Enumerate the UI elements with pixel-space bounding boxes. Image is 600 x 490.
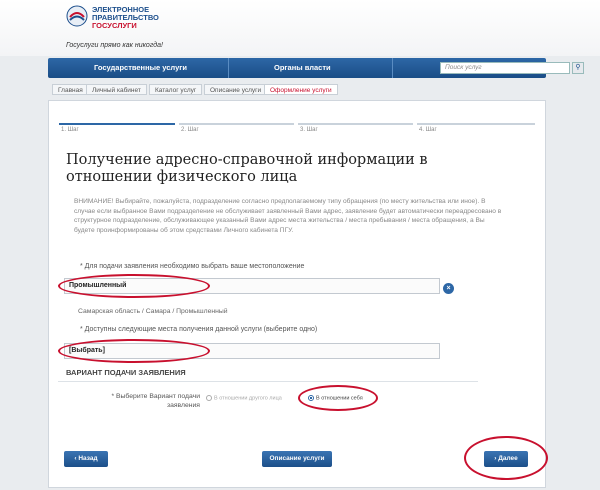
next-button[interactable]: › Далее [484, 451, 528, 467]
radio-self-label: В отношении себя [316, 395, 363, 402]
step-bar-3 [298, 123, 413, 125]
logo-line-3: ГОСУСЛУГИ [92, 21, 137, 30]
breadcrumb-description[interactable]: Описание услуги [204, 84, 268, 95]
main-nav: Государственные услуги Органы власти Пои… [48, 58, 584, 78]
radio-self[interactable]: В отношении себя [308, 395, 363, 401]
nav-separator [392, 58, 393, 78]
page-title: Получение адресно-справочной информации … [66, 152, 428, 185]
next-label: Далее [498, 455, 518, 462]
clear-icon[interactable]: × [443, 283, 454, 294]
step-label-3: 3. Шаг [300, 127, 318, 133]
site-header: ЭЛЕКТРОННОЕ ПРАВИТЕЛЬСТВО ГОСУСЛУГИ Госу… [0, 0, 600, 56]
step-bar-1 [59, 123, 175, 125]
search-button[interactable]: ⚲ [572, 62, 584, 74]
chevron-right-icon: › [494, 455, 497, 462]
breadcrumb-cabinet[interactable]: Личный кабинет [86, 84, 147, 95]
radio-other-label: В отношении другого лица [214, 395, 282, 402]
variant-label: * Выберите Вариант подачи заявления [111, 393, 200, 409]
logo-text: ЭЛЕКТРОННОЕ ПРАВИТЕЛЬСТВО ГОСУСЛУГИ [92, 6, 159, 30]
description-button[interactable]: Описание услуги [262, 451, 332, 467]
back-label: Назад [78, 455, 98, 462]
nav-item-authorities[interactable]: Органы власти [274, 63, 331, 72]
nav-item-state-services[interactable]: Государственные услуги [94, 63, 187, 72]
radio-circle-icon [206, 395, 212, 401]
step-label-1: 1. Шаг [61, 127, 79, 133]
section-title: ВАРИАНТ ПОДАЧИ ЗАЯВЛЕНИЯ [58, 368, 478, 382]
step-indicator: 1. Шаг 2. Шаг 3. Шаг 4. Шаг [59, 123, 537, 133]
location-path: Самарская область / Самара / Промышленны… [78, 308, 228, 315]
step-label-2: 2. Шаг [181, 127, 199, 133]
breadcrumb-current: Оформление услуги [264, 84, 338, 95]
places-label: * Доступны следующие места получения дан… [80, 326, 318, 333]
location-label: * Для подачи заявления необходимо выбрат… [80, 263, 305, 270]
radio-circle-icon [308, 395, 314, 401]
step-label-4: 4. Шаг [419, 127, 437, 133]
back-button[interactable]: ‹ Назад [64, 451, 108, 467]
gosuslugi-logo-icon[interactable] [66, 5, 88, 27]
location-field[interactable]: Промышленный [64, 278, 440, 294]
nav-separator [228, 58, 229, 78]
breadcrumb-catalog[interactable]: Каталог услуг [149, 84, 203, 95]
step-bar-4 [417, 123, 535, 125]
breadcrumb-home[interactable]: Главная [52, 84, 89, 95]
slogan: Госуслуги прямо как никогда! [66, 42, 163, 49]
radio-other-person[interactable]: В отношении другого лица [206, 395, 282, 401]
warning-text: ВНИМАНИЕ! Выбирайте, пожалуйста, подразд… [74, 198, 502, 234]
step-bar-2 [179, 123, 294, 125]
breadcrumb: Главная Личный кабинет Каталог услуг Опи… [48, 82, 546, 96]
search-icon: ⚲ [575, 64, 581, 71]
search-input[interactable]: Поиск услуг [440, 62, 570, 74]
places-select[interactable]: [Выбрать] [64, 343, 440, 359]
chevron-left-icon: ‹ [74, 455, 77, 462]
